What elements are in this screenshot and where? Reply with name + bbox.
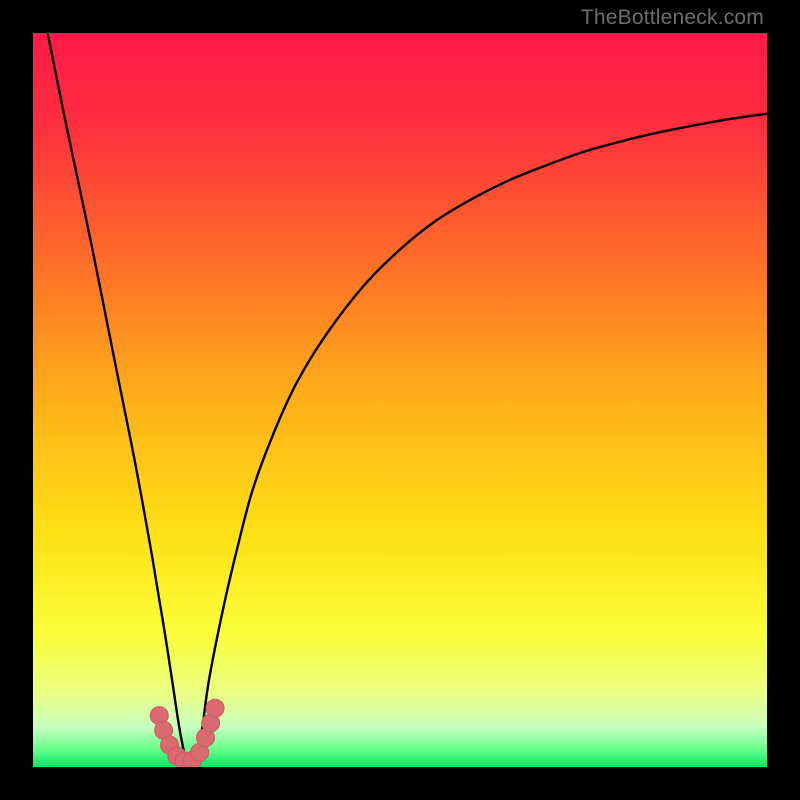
curve-marker	[206, 699, 224, 717]
bottleneck-curve-chart	[33, 33, 767, 767]
watermark-text: TheBottleneck.com	[581, 6, 764, 30]
gradient-background	[33, 33, 767, 767]
chart-frame: TheBottleneck.com	[0, 0, 800, 800]
plot-area	[33, 33, 767, 767]
